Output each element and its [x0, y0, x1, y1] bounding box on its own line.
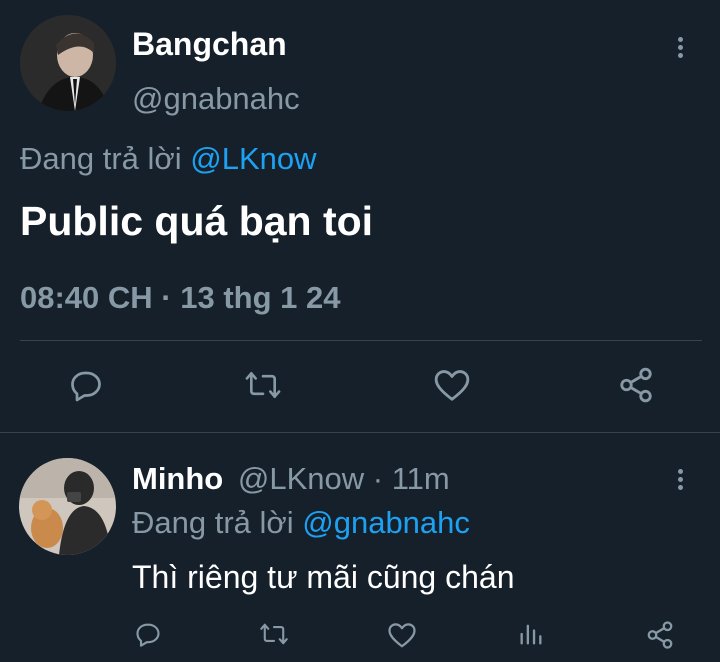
reply-more-options-icon[interactable] — [676, 469, 684, 493]
reply-reply-context: Đang trả lời @gnabnahc — [132, 504, 470, 542]
like-icon[interactable] — [433, 367, 471, 403]
avatar-minho[interactable] — [19, 458, 116, 555]
header-separator: · — [372, 461, 384, 496]
reply-context: Đang trả lời @LKnow — [20, 140, 317, 178]
reply-tweet-text: Thì riêng tư mãi cũng chán — [132, 559, 515, 595]
reply-reply-prefix: Đang trả lời — [132, 505, 294, 540]
reply-prefix: Đang trả lời — [20, 141, 182, 176]
display-name[interactable]: Bangchan — [132, 25, 287, 63]
reply-icon[interactable] — [68, 367, 104, 403]
share-icon[interactable] — [617, 366, 655, 404]
user-handle[interactable]: @gnabnahc — [132, 80, 300, 118]
reply-user-handle[interactable]: @LKnow — [238, 461, 364, 496]
section-divider — [0, 432, 720, 433]
reply-header: Minho @LKnow · 11m — [132, 460, 450, 498]
tweet-timestamp[interactable]: 08:40 CH · 13 thg 1 24 — [20, 279, 340, 317]
avatar-bangchan[interactable] — [20, 15, 116, 111]
analytics-icon[interactable] — [517, 620, 545, 648]
divider — [20, 340, 702, 341]
reply-to-link[interactable]: @LKnow — [190, 141, 316, 176]
reply-share-icon[interactable] — [645, 620, 675, 650]
reply-reply-icon[interactable] — [134, 620, 162, 648]
reply-reply-to-link[interactable]: @gnabnahc — [302, 505, 470, 540]
more-options-icon[interactable] — [676, 37, 684, 61]
tweet-text: Public quá bạn toi — [20, 198, 374, 244]
reply-retweet-icon[interactable] — [259, 620, 289, 648]
reply-display-name[interactable]: Minho — [132, 461, 223, 496]
reply-like-icon[interactable] — [387, 621, 417, 649]
reply-time-ago[interactable]: 11m — [392, 461, 450, 496]
retweet-icon[interactable] — [244, 367, 282, 403]
